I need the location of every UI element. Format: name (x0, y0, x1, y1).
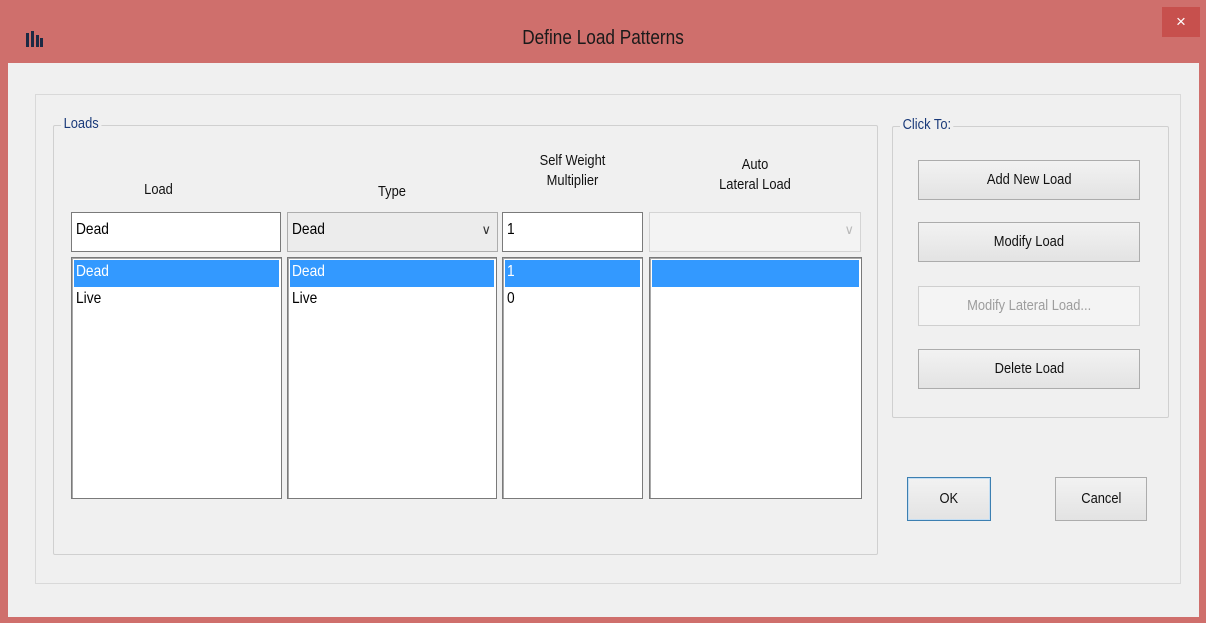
add-new-load-button[interactable]: Add New Load (918, 160, 1140, 200)
delete-load-button[interactable]: Delete Load (918, 349, 1140, 389)
type-list[interactable]: Dead Live (287, 257, 497, 499)
auto-lateral-list[interactable] (649, 257, 862, 499)
loads-group-legend: Loads (61, 115, 102, 132)
cancel-button[interactable]: Cancel (1055, 477, 1147, 521)
loads-group: Loads Load Type Self Weight Multiplier A… (53, 115, 878, 555)
ok-button[interactable]: OK (907, 477, 991, 521)
modify-load-button[interactable]: Modify Load (918, 222, 1140, 262)
list-item[interactable] (652, 287, 859, 314)
dialog-client-area: Loads Load Type Self Weight Multiplier A… (8, 63, 1199, 617)
load-list[interactable]: Dead Live (71, 257, 282, 499)
dialog-window: Define Load Patterns × Loads Load Type S… (0, 0, 1206, 623)
self-weight-input[interactable]: 1 (502, 212, 643, 252)
list-item[interactable]: Dead (290, 260, 494, 287)
window-title: Define Load Patterns (522, 27, 684, 49)
modify-lateral-load-button: Modify Lateral Load... (918, 286, 1140, 326)
list-item[interactable]: Live (74, 287, 279, 314)
list-item[interactable]: Dead (74, 260, 279, 287)
dialog-panel: Loads Load Type Self Weight Multiplier A… (35, 94, 1181, 584)
etabs-app-icon (26, 31, 43, 47)
chevron-down-icon: ∨ (844, 222, 854, 237)
auto-lateral-select: ∨ (649, 212, 861, 252)
self-weight-list[interactable]: 1 0 (502, 257, 643, 499)
list-item[interactable]: Live (290, 287, 494, 314)
list-item[interactable] (652, 260, 859, 287)
self-weight-column-header: Self Weight Multiplier (539, 152, 606, 189)
load-column-header: Load (144, 181, 173, 198)
chevron-down-icon: ∨ (481, 222, 491, 237)
load-type-select[interactable]: Dead ∨ (287, 212, 498, 252)
close-button[interactable]: × (1162, 7, 1200, 37)
load-name-input[interactable]: Dead (71, 212, 281, 252)
click-to-group-legend: Click To: (900, 116, 954, 133)
auto-lateral-column-header: Auto Lateral Load (719, 156, 791, 193)
list-item[interactable]: 1 (505, 260, 640, 287)
title-bar[interactable]: Define Load Patterns × (0, 0, 1206, 63)
close-icon: × (1176, 12, 1186, 31)
list-item[interactable]: 0 (505, 287, 640, 314)
type-column-header: Type (378, 183, 406, 200)
